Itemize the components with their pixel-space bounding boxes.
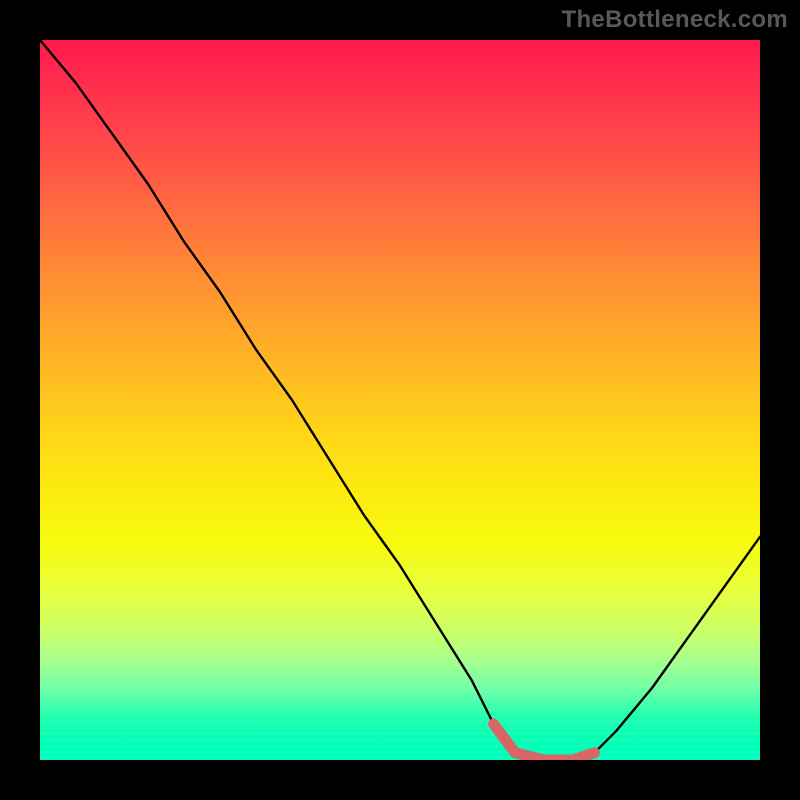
heat-gradient	[40, 40, 760, 760]
chart-container: TheBottleneck.com	[0, 0, 800, 800]
plot-area	[40, 40, 760, 760]
watermark-text: TheBottleneck.com	[562, 6, 788, 34]
